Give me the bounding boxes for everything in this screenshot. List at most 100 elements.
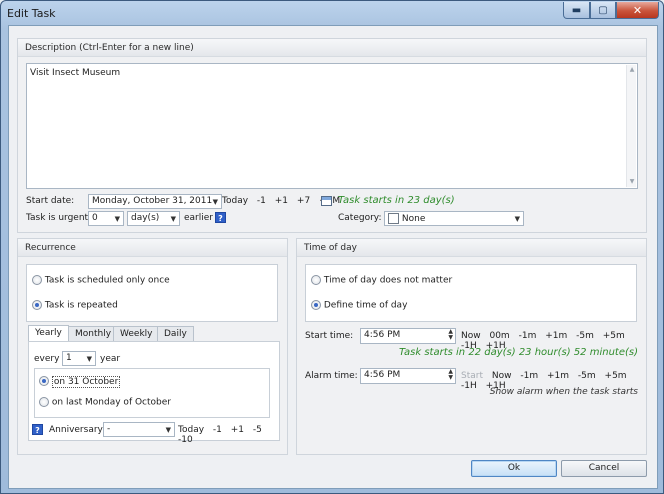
category-color-swatch xyxy=(388,213,399,224)
alarm-minus1h-link[interactable]: -1H xyxy=(461,381,477,391)
start-time-label: Start time: xyxy=(305,331,354,341)
scroll-down-icon[interactable]: ▼ xyxy=(627,177,637,187)
time-00m-link[interactable]: 00m xyxy=(489,331,509,341)
anniv-minus1-link[interactable]: -1 xyxy=(213,425,222,435)
urgent-unit-select[interactable]: day(s) ▼ xyxy=(127,211,180,226)
yearly-day-options: on 31 October on last Monday of October xyxy=(34,368,270,418)
minimize-icon: ▬ xyxy=(571,4,582,16)
spin-down-icon[interactable]: ▼ xyxy=(448,335,453,341)
chevron-down-icon: ▼ xyxy=(212,198,218,206)
scroll-up-icon[interactable]: ▲ xyxy=(627,65,637,75)
tab-weekly[interactable]: Weekly xyxy=(113,326,160,342)
urgent-help[interactable]: ? xyxy=(215,212,226,224)
calendar-icon[interactable] xyxy=(321,196,332,206)
recurrence-header: Recurrence xyxy=(18,239,287,257)
urgent-amount-select[interactable]: 0 ▼ xyxy=(88,211,124,226)
start-time-input[interactable]: 4:56 PM ▲ ▼ xyxy=(360,328,456,344)
alarm-plus1m-link[interactable]: +1m xyxy=(547,371,569,381)
spin-down-icon[interactable]: ▼ xyxy=(448,375,453,381)
every-label: every xyxy=(34,354,60,364)
alarm-minus1m-link[interactable]: -1m xyxy=(520,371,538,381)
category-value: None xyxy=(401,214,426,224)
every-select[interactable]: 1 ▼ xyxy=(62,351,96,366)
radio-repeated[interactable] xyxy=(32,300,42,310)
title-bar[interactable]: Edit Task ▬ ▢ ✕ xyxy=(1,1,663,25)
date-plus7-link[interactable]: +7 xyxy=(297,196,310,206)
dialog-client: Description (Ctrl-Enter for a new line) … xyxy=(8,25,658,489)
anniversary-quick-links: Today -1 +1 -5 -10 xyxy=(178,425,279,445)
time-mode-box: Time of day does not matter Define time … xyxy=(305,264,637,322)
date-plus1-link[interactable]: +1 xyxy=(275,196,288,206)
urgent-suffix: earlier xyxy=(184,213,213,223)
alarm-start-link[interactable]: Start xyxy=(461,371,483,381)
help-icon: ? xyxy=(215,212,226,223)
alarm-plus5m-link[interactable]: +5m xyxy=(605,371,627,381)
time-plus1m-link[interactable]: +1m xyxy=(545,331,567,341)
radio-time-not-matter[interactable] xyxy=(311,275,321,285)
anniversary-help[interactable]: ? xyxy=(32,424,43,436)
option-on-weekday[interactable]: on last Monday of October xyxy=(39,397,171,408)
tab-monthly[interactable]: Monthly xyxy=(68,326,119,342)
urgent-label: Task is urgent xyxy=(26,213,89,223)
close-button[interactable]: ✕ xyxy=(616,2,659,19)
anniversary-select[interactable]: - ▼ xyxy=(103,422,175,437)
description-textarea[interactable]: Visit Insect Museum ▲ ▼ xyxy=(26,63,638,189)
recurrence-repeated-option[interactable]: Task is repeated xyxy=(32,300,118,311)
ok-button[interactable]: Ok xyxy=(471,460,557,477)
alarm-now-link[interactable]: Now xyxy=(492,371,512,381)
chevron-down-icon: ▼ xyxy=(165,426,171,434)
recurrence-once-option[interactable]: Task is scheduled only once xyxy=(32,275,170,286)
option-on-weekday-label: on last Monday of October xyxy=(51,397,171,408)
close-icon: ✕ xyxy=(632,3,643,17)
radio-once[interactable] xyxy=(32,275,42,285)
time-defined-label: Define time of day xyxy=(323,300,408,311)
time-of-day-group: Time of day Time of day does not matter … xyxy=(296,238,647,455)
tab-yearly[interactable]: Yearly xyxy=(28,325,69,342)
start-time-spinner[interactable]: ▲ ▼ xyxy=(448,329,453,341)
radio-on-weekday[interactable] xyxy=(39,397,49,407)
anniv-minus10-link[interactable]: -10 xyxy=(178,435,193,445)
start-date-label: Start date: xyxy=(26,196,75,206)
category-select[interactable]: None ▼ xyxy=(384,211,524,226)
date-today-link[interactable]: Today xyxy=(222,196,248,206)
time-minus1m-link[interactable]: -1m xyxy=(519,331,537,341)
start-date-info: Task starts in 23 day(s) xyxy=(338,195,455,206)
minimize-button[interactable]: ▬ xyxy=(563,2,590,19)
time-defined-option[interactable]: Define time of day xyxy=(311,300,407,311)
start-time-info: Task starts in 22 day(s) 23 hour(s) 52 m… xyxy=(398,347,638,358)
cancel-button[interactable]: Cancel xyxy=(561,460,647,477)
urgent-unit-value: day(s) xyxy=(131,213,160,223)
start-date-picker[interactable]: Monday, October 31, 2011 ▼ xyxy=(88,194,222,209)
option-on-date-label: on 31 October xyxy=(51,375,121,388)
radio-on-date[interactable] xyxy=(39,376,49,386)
start-date-value: Monday, October 31, 2011 xyxy=(92,196,213,206)
description-group: Description (Ctrl-Enter for a new line) … xyxy=(17,38,647,233)
maximize-button[interactable]: ▢ xyxy=(590,2,616,19)
anniv-today-link[interactable]: Today xyxy=(178,425,204,435)
anniversary-value: - xyxy=(107,424,111,434)
recurrence-repeated-label: Task is repeated xyxy=(44,300,118,311)
time-minus5m-link[interactable]: -5m xyxy=(576,331,594,341)
recurrence-once-label: Task is scheduled only once xyxy=(44,275,170,286)
time-of-day-header: Time of day xyxy=(297,239,646,257)
yearly-panel: every 1 ▼ year on 31 October on last Mon… xyxy=(28,341,280,445)
option-on-date[interactable]: on 31 October xyxy=(39,375,121,388)
alarm-minus5m-link[interactable]: -5m xyxy=(578,371,596,381)
tab-daily[interactable]: Daily xyxy=(157,326,194,342)
time-not-matter-label: Time of day does not matter xyxy=(323,275,453,286)
description-header: Description (Ctrl-Enter for a new line) xyxy=(18,39,646,57)
recurrence-group: Recurrence Task is scheduled only once T… xyxy=(17,238,288,455)
maximize-icon: ▢ xyxy=(598,4,608,16)
time-not-matter-option[interactable]: Time of day does not matter xyxy=(311,275,452,286)
chevron-down-icon: ▼ xyxy=(514,215,520,223)
anniv-plus1-link[interactable]: +1 xyxy=(231,425,244,435)
date-minus1-link[interactable]: -1 xyxy=(257,196,266,206)
description-text: Visit Insect Museum xyxy=(30,68,121,78)
alarm-time-input[interactable]: 4:56 PM ▲ ▼ xyxy=(360,368,456,384)
time-plus5m-link[interactable]: +5m xyxy=(603,331,625,341)
time-now-link[interactable]: Now xyxy=(461,331,481,341)
radio-time-defined[interactable] xyxy=(311,300,321,310)
alarm-time-spinner[interactable]: ▲ ▼ xyxy=(448,369,453,381)
description-scrollbar[interactable]: ▲ ▼ xyxy=(626,65,636,187)
anniv-minus5-link[interactable]: -5 xyxy=(253,425,262,435)
